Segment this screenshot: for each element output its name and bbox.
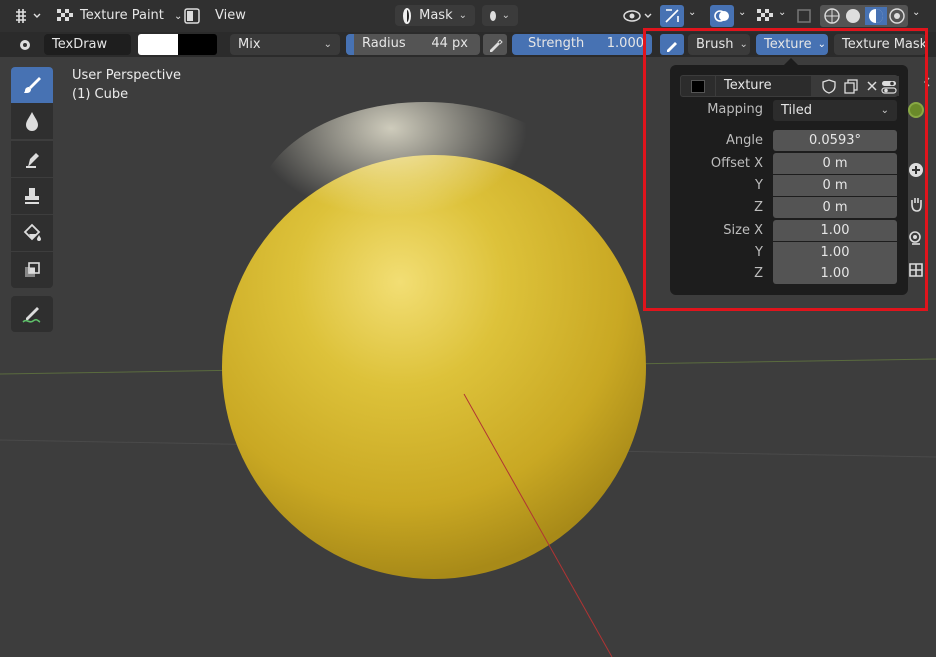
visibility-icon[interactable]	[622, 6, 656, 26]
brush-name-field[interactable]: TexDraw	[44, 34, 131, 55]
sphere-highlight	[255, 102, 595, 322]
soften-tool[interactable]	[11, 103, 53, 139]
vertex-select-dropdown[interactable]: ⌄	[482, 5, 518, 26]
stamp-icon	[25, 188, 39, 204]
strength-value: 1.000	[606, 36, 644, 51]
strength-label: Strength	[528, 36, 585, 51]
clone-tool[interactable]	[11, 178, 53, 214]
perspective-label: User Perspective	[72, 68, 182, 83]
paintbrush-icon	[24, 77, 41, 93]
blend-mode-dropdown[interactable]: Mix ⌄	[230, 34, 340, 55]
strength-slider[interactable]: Strength 1.000	[512, 34, 652, 55]
brush-name: TexDraw	[52, 37, 108, 52]
texture-paint-icon	[55, 7, 75, 25]
overlay-dropdown[interactable]: ⌄	[738, 7, 746, 18]
bucket-icon	[23, 223, 41, 241]
checker-icon[interactable]	[755, 6, 775, 26]
shading-dropdown[interactable]: ⌄	[912, 7, 920, 18]
radius-slider[interactable]: Radius 44 px	[346, 34, 480, 55]
gizmo-dropdown[interactable]: ⌄	[688, 7, 696, 18]
mask-tool-icon	[25, 262, 40, 277]
mask-dropdown[interactable]: Mask ⌄	[395, 5, 475, 26]
mode-selector[interactable]: Texture Paint ⌄	[80, 8, 182, 23]
gizmo-icon[interactable]	[660, 5, 684, 27]
view-menu[interactable]: View	[215, 8, 246, 23]
toggle-icon[interactable]	[182, 6, 202, 26]
fill-tool[interactable]	[11, 215, 53, 251]
brush-preview-icon[interactable]	[14, 36, 36, 54]
mask-tool[interactable]	[11, 252, 53, 288]
radius-label: Radius	[362, 36, 406, 51]
mask-label: Mask	[419, 8, 453, 23]
checker-dropdown[interactable]: ⌄	[778, 7, 786, 18]
radius-value: 44 px	[431, 36, 468, 51]
blend-mode-label: Mix	[238, 37, 261, 52]
drop-icon	[26, 112, 38, 131]
radius-pressure-icon[interactable]	[483, 34, 507, 55]
mask-icon	[403, 7, 412, 24]
shading-icon[interactable]	[820, 5, 908, 27]
editor-type-icon[interactable]	[12, 6, 44, 26]
mode-label: Texture Paint	[80, 8, 164, 23]
draw-tool[interactable]	[11, 67, 53, 103]
smear-icon	[26, 153, 39, 168]
primary-color-swatch[interactable]	[138, 34, 178, 55]
xray-icon[interactable]	[794, 6, 814, 26]
annotate-icon	[22, 307, 41, 323]
object-label: (1) Cube	[72, 87, 129, 102]
smear-tool[interactable]	[11, 141, 53, 177]
overlay-icon[interactable]	[710, 5, 734, 27]
secondary-color-swatch[interactable]	[178, 34, 217, 55]
highlight-box	[643, 28, 928, 311]
annotate-tool[interactable]	[11, 296, 53, 332]
